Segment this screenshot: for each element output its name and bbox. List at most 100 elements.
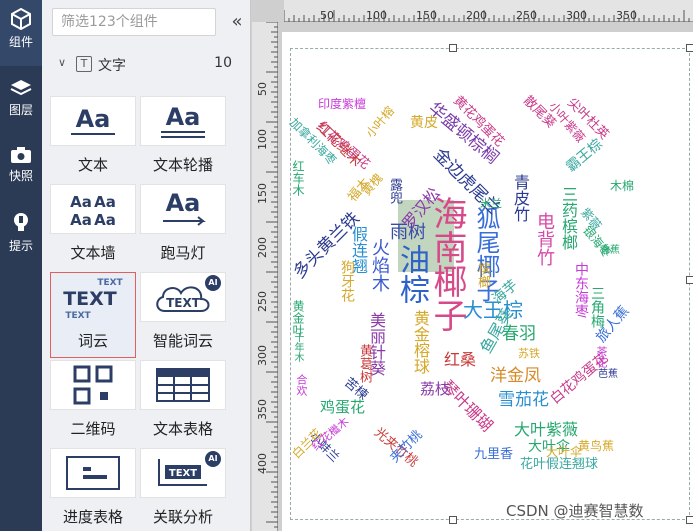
left-rail: 组件 图层 快照 提示 — [0, 0, 42, 531]
word-cloud-word[interactable]: 芭蕉 — [598, 370, 618, 380]
word-cloud-word[interactable]: 鸡蛋花 — [320, 400, 365, 415]
ruler-tick-label: 200 — [466, 9, 487, 22]
word-cloud-word[interactable]: 花叶假连翘球 — [520, 458, 598, 471]
resize-handle[interactable] — [686, 516, 693, 524]
word-cloud-word[interactable]: 黄金榕球 — [411, 310, 430, 374]
word-cloud-word[interactable]: 露兜 — [387, 178, 402, 204]
component-tile-text[interactable]: Aa 文本 — [50, 96, 136, 182]
rail-item-label: 快照 — [8, 169, 33, 183]
word-cloud-word[interactable]: 火焰木 — [369, 238, 390, 292]
svg-text:Aa: Aa — [94, 211, 116, 229]
word-cloud-word[interactable]: 大叶伞 — [546, 446, 582, 458]
resize-handle[interactable] — [686, 44, 693, 52]
word-cloud-word[interactable]: 中东海枣 — [573, 262, 589, 318]
ruler-left: 50 100 150 200 250 300 350 400 — [252, 22, 278, 531]
table-icon — [140, 360, 226, 410]
svg-text:Aa: Aa — [70, 211, 92, 229]
word-cloud-word[interactable]: 洋金凤 — [490, 368, 541, 385]
word-cloud-word[interactable]: 合欢 — [295, 374, 308, 396]
word-cloud-word[interactable]: 青皮竹 — [511, 174, 530, 222]
search-input[interactable] — [52, 8, 216, 36]
word-cloud-word[interactable]: 木棉 — [610, 180, 634, 192]
lightbulb-icon — [14, 213, 28, 231]
ruler-tick-label: 50 — [320, 9, 334, 22]
section-count: 10 — [214, 55, 232, 71]
svg-text:Aa: Aa — [94, 193, 116, 211]
word-cloud-word[interactable]: 大叶紫薇 — [514, 422, 578, 438]
component-label: 跑马灯 — [160, 244, 206, 262]
word-cloud-word[interactable]: 茶花 — [595, 346, 608, 368]
component-tile-text-wall[interactable]: Aa Aa Aa Aa 文本墙 — [50, 184, 136, 270]
word-cloud-word[interactable]: 印度紫檀 — [318, 98, 366, 110]
component-tile-word-cloud[interactable]: TEXT TEXT TEXT 词云 — [50, 272, 136, 358]
component-tile-text-table[interactable]: 文本表格 — [140, 360, 226, 446]
component-tile-progress-table[interactable]: 进度表格 — [50, 448, 136, 531]
word-cloud-word[interactable]: 海南椰子 — [427, 196, 467, 332]
ruler-tick-label: 200 — [256, 237, 269, 258]
resize-handle[interactable] — [449, 516, 457, 524]
word-cloud-word[interactable]: 黄葛树 — [357, 344, 372, 383]
progress-table-icon — [50, 448, 136, 498]
word-cloud-word[interactable]: 狗牙花 — [339, 260, 355, 302]
component-tile-smart-word-cloud[interactable]: TEXT AI 智能词云 — [140, 272, 226, 358]
svg-text:TEXT: TEXT — [63, 288, 117, 310]
ruler-top: 50 100 150 200 250 300 350 — [284, 0, 693, 22]
word-cloud-word[interactable]: 黄鸟蕉 — [578, 440, 614, 452]
watermark-text: CSDN @迪赛智慧数 — [506, 502, 644, 520]
word-cloud-word[interactable]: 槟榔 — [475, 262, 490, 288]
word-cloud-word[interactable]: 雪茄花 — [498, 392, 549, 409]
word-cloud-word[interactable]: 荔枝 — [420, 382, 450, 397]
word-cloud-word[interactable]: 黄皮 — [410, 116, 438, 130]
ruler-tick-label: 350 — [616, 9, 637, 22]
component-label: 关联分析 — [152, 508, 213, 526]
rail-item-layers[interactable]: 图层 — [0, 78, 42, 128]
text-carousel-icon: Aa — [140, 96, 226, 146]
ai-badge-icon: AI — [205, 275, 221, 291]
component-tile-correlation-analysis[interactable]: TEXT AI 关联分析 — [140, 448, 226, 531]
svg-text:Aa: Aa — [76, 105, 111, 133]
word-cloud-word[interactable]: 油棕 — [394, 244, 429, 304]
ruler-tick-label: 400 — [256, 453, 269, 474]
word-cloud-word[interactable]: 米兰 — [480, 198, 502, 209]
ruler-tick-label: 100 — [366, 9, 387, 22]
ruler-tick-label: 50 — [256, 82, 269, 96]
word-cloud-word[interactable]: 香蕉 — [600, 246, 620, 256]
ruler-tick-label: 350 — [256, 399, 269, 420]
cloud-icon: TEXT AI — [140, 272, 226, 322]
component-label: 词云 — [77, 332, 108, 350]
collapse-panel-button[interactable]: « — [228, 10, 246, 34]
component-tile-marquee[interactable]: Aa 跑马灯 — [140, 184, 226, 270]
ruler-tick-label: 300 — [566, 9, 587, 22]
word-cloud-word[interactable]: 苏铁 — [518, 348, 540, 359]
word-cloud-word[interactable]: 三药槟榔 — [559, 186, 578, 250]
svg-text:TEXT: TEXT — [166, 296, 201, 310]
rail-item-tips[interactable]: 提示 — [0, 212, 42, 262]
word-cloud-word[interactable]: 红桑 — [444, 352, 476, 368]
rail-item-snapshot[interactable]: 快照 — [0, 146, 42, 196]
rail-item-label: 图层 — [8, 103, 33, 117]
resize-handle[interactable] — [686, 276, 693, 284]
component-tile-qr-code[interactable]: 二维码 — [50, 360, 136, 446]
text-component-icon: Aa — [50, 96, 136, 146]
rail-item-components[interactable]: 组件 — [0, 0, 42, 66]
section-header-text[interactable]: ∨ T 文字 10 — [52, 52, 232, 80]
word-cloud-word[interactable]: 千年木 — [292, 332, 303, 362]
rail-item-label: 提示 — [8, 239, 33, 253]
word-cloud-word[interactable]: 黄金叶 — [291, 300, 305, 336]
component-tile-text-carousel[interactable]: Aa 文本轮播 — [140, 96, 226, 182]
word-cloud-word[interactable]: 红车木 — [291, 160, 305, 196]
component-panel: « ∨ T 文字 10 Aa 文本 Aa 文本轮 — [42, 0, 287, 531]
svg-text:Aa: Aa — [166, 189, 201, 217]
chevron-down-icon: ∨ — [58, 56, 67, 69]
ruler-tick-label: 100 — [256, 129, 269, 150]
svg-text:Aa: Aa — [70, 193, 92, 211]
rail-item-label: 组件 — [8, 35, 33, 49]
ai-badge-icon: AI — [205, 451, 221, 467]
component-label: 文本墙 — [70, 244, 116, 262]
text-type-icon: T — [76, 56, 92, 72]
word-cloud-word[interactable]: 九里香 — [474, 448, 513, 461]
word-cloud-word[interactable]: 三角梅 — [589, 286, 605, 328]
resize-handle[interactable] — [449, 44, 457, 52]
component-label: 进度表格 — [62, 508, 123, 526]
word-cloud-word[interactable]: 电背竹 — [534, 212, 555, 266]
